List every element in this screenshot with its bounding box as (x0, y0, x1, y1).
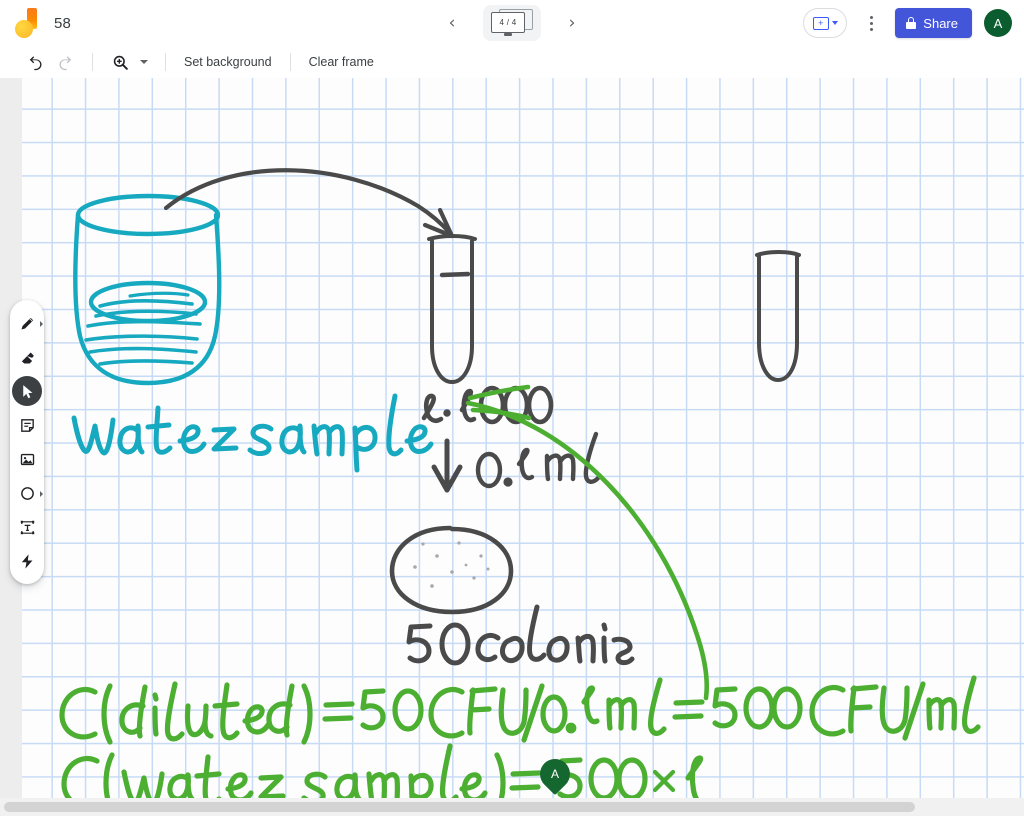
frame-counter: 4 / 4 (499, 18, 517, 27)
canvas-area[interactable]: A (0, 78, 1024, 798)
header-actions: + Share A (803, 0, 1012, 46)
equation-line-1 (59, 675, 981, 745)
image-icon (20, 453, 34, 465)
kebab-menu-icon (869, 15, 873, 19)
scrollbar-thumb[interactable] (4, 802, 915, 812)
jamboard-logo-icon (14, 8, 40, 38)
magnifier-zoom-icon (113, 55, 128, 70)
avatar[interactable]: A (984, 9, 1012, 37)
next-frame-button[interactable]: › (559, 10, 585, 36)
kebab-menu-icon (869, 21, 873, 25)
edit-toolbar: Set background Clear frame (0, 46, 1024, 78)
horizontal-scrollbar[interactable] (0, 798, 1024, 816)
sidebar-item-eraser[interactable] (12, 342, 42, 372)
set-background-button[interactable]: Set background (178, 50, 278, 74)
chevron-down-icon (831, 21, 838, 25)
empty-test-tube (755, 250, 801, 382)
toolbar-divider (165, 53, 166, 71)
undo-icon (29, 55, 42, 70)
sidebar-item-sticky-note[interactable] (12, 410, 42, 440)
chevron-down-icon (140, 60, 148, 64)
present-screen-icon: + (812, 16, 829, 30)
sidebar-item-pen[interactable] (12, 308, 43, 338)
petri-dish-with-colonies (389, 525, 514, 615)
undo-button[interactable] (20, 48, 50, 76)
sidebar-item-select[interactable] (12, 376, 42, 406)
colony-dots (413, 541, 490, 588)
test-tube-with-mark (427, 234, 477, 384)
beaker-with-water (73, 193, 222, 386)
redo-button[interactable] (50, 48, 80, 76)
zoom-button[interactable] (105, 48, 135, 76)
pen-icon (20, 317, 33, 330)
redo-icon (58, 55, 71, 70)
brand: 58 (0, 8, 71, 38)
whiteboard-drawing (59, 168, 981, 798)
app-header: 58 ‹ 4 / 4 › + Share A (0, 0, 1024, 46)
chevron-right-icon (40, 321, 43, 327)
toolbar-divider (92, 53, 93, 71)
chevron-right-icon (40, 491, 43, 497)
sidebar-item-image[interactable] (12, 444, 42, 474)
laser-pointer-icon (21, 553, 32, 569)
equation-line-2 (61, 743, 704, 798)
sidebar-item-laser-pointer[interactable] (12, 546, 42, 576)
avatar-initial: A (993, 15, 1003, 31)
frame-selector-button[interactable]: 4 / 4 (483, 5, 541, 41)
share-button[interactable]: Share (895, 8, 972, 38)
water-sample-label (71, 393, 434, 473)
eraser-icon (21, 352, 34, 364)
kebab-menu-icon (869, 27, 873, 31)
clear-frame-button[interactable]: Clear frame (303, 50, 380, 74)
sticky-note-icon (20, 418, 34, 432)
sidebar-item-text-box[interactable] (12, 512, 42, 542)
prev-frame-button[interactable]: ‹ (439, 10, 465, 36)
lock-icon (906, 17, 917, 29)
zoom-dropdown-button[interactable] (135, 48, 153, 76)
collaborator-cursor: A (533, 752, 577, 796)
toolbar-divider (289, 53, 291, 71)
jamboard-app: 58 ‹ 4 / 4 › + Share A Set background Cl… (0, 0, 1024, 820)
down-arrow (431, 438, 463, 493)
frames-icon: 4 / 4 (491, 9, 533, 37)
circle-shape-icon (20, 486, 34, 500)
share-button-label: Share (923, 15, 958, 31)
sidebar-item-shape[interactable] (12, 478, 43, 508)
cursor-arrow-icon (22, 384, 32, 398)
tool-rail (10, 300, 44, 584)
page-title[interactable]: 58 (54, 15, 71, 32)
window-bottom-edge (0, 816, 1024, 820)
more-options-button[interactable] (855, 7, 887, 39)
text-box-icon (20, 520, 34, 534)
present-button[interactable]: + (803, 8, 848, 38)
colonies-label (406, 604, 635, 666)
collaborator-initial: A (550, 767, 560, 782)
